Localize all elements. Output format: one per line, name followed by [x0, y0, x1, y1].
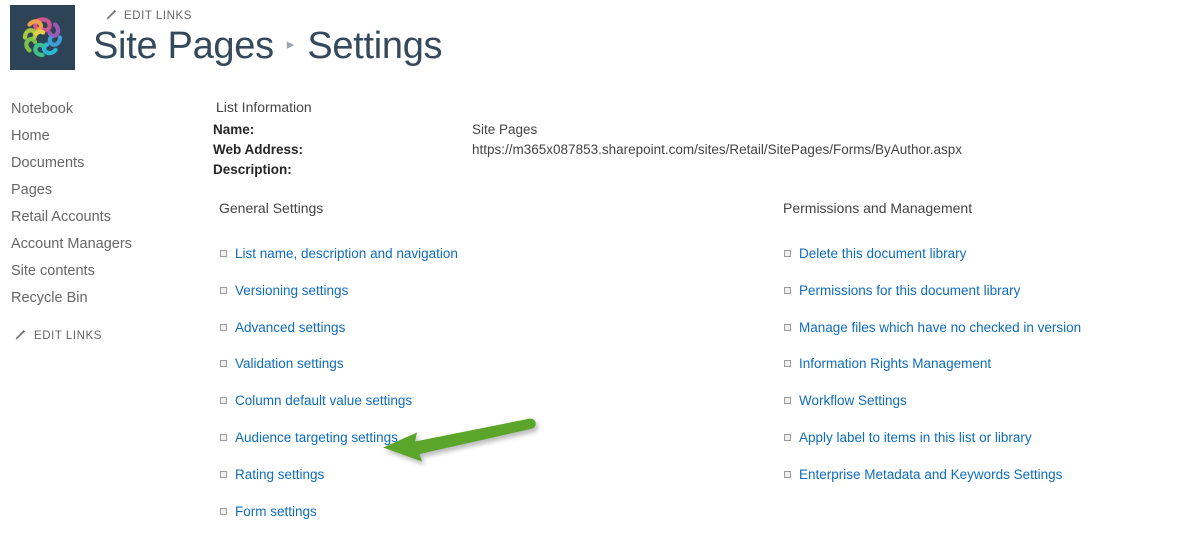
list-info-label-web-address: Web Address: [213, 142, 304, 157]
site-logo-knot-icon [10, 5, 75, 70]
edit-links-top-label: EDIT LINKS [124, 9, 192, 22]
list-item: Advanced settings [218, 320, 458, 357]
table-row: Web Address: https://m365x087853.sharepo… [213, 140, 962, 160]
general-settings-list: List name, description and navigation Ve… [218, 246, 458, 540]
link-apply-label-to-items[interactable]: Apply label to items in this list or lib… [799, 430, 1032, 445]
list-information-section: List Information Name: Site Pages Web Ad… [213, 96, 1193, 192]
list-item: Form settings [218, 504, 458, 541]
bullet-square-icon [220, 323, 227, 331]
bullet-square-icon [220, 470, 227, 478]
link-advanced-settings[interactable]: Advanced settings [235, 320, 345, 335]
bullet-square-icon [220, 360, 227, 368]
bullet-square-icon [784, 323, 791, 331]
list-item: Manage files which have no checked in ve… [782, 320, 1081, 357]
sidebar-item-pages[interactable]: Pages [0, 177, 200, 204]
link-enterprise-metadata-keywords-settings[interactable]: Enterprise Metadata and Keywords Setting… [799, 467, 1062, 482]
bullet-square-icon [220, 507, 227, 515]
list-info-label-name: Name: [213, 122, 255, 137]
bullet-square-icon [220, 433, 227, 441]
table-row: Name: Site Pages [213, 120, 962, 140]
breadcrumb-parent[interactable]: Site Pages [93, 25, 274, 68]
bullet-square-icon [784, 250, 791, 257]
list-item: Audience targeting settings [218, 430, 458, 467]
pencil-icon [104, 9, 117, 22]
list-information-table: Name: Site Pages Web Address: https://m3… [213, 120, 962, 180]
sidebar-item-notebook[interactable]: Notebook [0, 96, 200, 123]
permissions-management-column: Permissions and Management Delete this d… [782, 200, 1182, 482]
link-information-rights-management[interactable]: Information Rights Management [799, 356, 991, 371]
link-versioning-settings[interactable]: Versioning settings [235, 283, 348, 298]
permissions-management-list: Delete this document library Permissions… [782, 246, 1081, 504]
sidebar-navigation: Notebook Home Documents Pages Retail Acc… [0, 96, 200, 342]
edit-links-sidebar-label: EDIT LINKS [34, 329, 102, 342]
link-delete-this-document-library[interactable]: Delete this document library [799, 246, 966, 261]
sidebar-item-retail-accounts[interactable]: Retail Accounts [0, 204, 200, 231]
permissions-management-heading: Permissions and Management [783, 200, 973, 216]
general-settings-heading: General Settings [219, 200, 324, 216]
list-item: Workflow Settings [782, 393, 1081, 430]
bullet-square-icon [220, 286, 227, 294]
page-title: Settings [307, 25, 443, 67]
bullet-square-icon [784, 397, 791, 405]
list-item: Information Rights Management [782, 356, 1081, 393]
sidebar-item-home[interactable]: Home [0, 123, 200, 150]
list-item: Validation settings [218, 356, 458, 393]
link-list-name-description-navigation[interactable]: List name, description and navigation [235, 246, 458, 261]
breadcrumb: Site Pages ▸ Settings [93, 25, 443, 68]
list-item: Versioning settings [218, 283, 458, 320]
list-item: Permissions for this document library [782, 283, 1081, 320]
bullet-square-icon [784, 286, 791, 294]
edit-links-sidebar-button[interactable]: EDIT LINKS [13, 329, 102, 342]
link-audience-targeting-settings[interactable]: Audience targeting settings [235, 430, 398, 445]
list-info-label-description: Description: [213, 162, 292, 177]
link-form-settings[interactable]: Form settings [235, 504, 317, 519]
bullet-square-icon [784, 470, 791, 478]
pencil-icon [13, 329, 26, 342]
table-row: Description: [213, 160, 962, 180]
edit-links-top-button[interactable]: EDIT LINKS [104, 9, 192, 22]
list-item: Apply label to items in this list or lib… [782, 430, 1081, 467]
bullet-square-icon [784, 433, 791, 441]
page-header: EDIT LINKS Site Pages ▸ Settings [0, 0, 1203, 88]
bullet-square-icon [784, 360, 791, 368]
sidebar-item-site-contents[interactable]: Site contents [0, 258, 200, 285]
main-content: List Information Name: Site Pages Web Ad… [213, 96, 1193, 519]
breadcrumb-separator-icon: ▸ [286, 36, 295, 53]
sidebar-item-documents[interactable]: Documents [0, 150, 200, 177]
list-item: Column default value settings [218, 393, 458, 430]
bullet-square-icon [220, 250, 227, 257]
list-item: List name, description and navigation [218, 246, 458, 283]
list-item: Delete this document library [782, 246, 1081, 283]
sidebar-item-recycle-bin[interactable]: Recycle Bin [0, 285, 200, 312]
general-settings-column: General Settings List name, description … [218, 200, 638, 519]
list-information-heading: List Information [216, 99, 312, 115]
link-rating-settings[interactable]: Rating settings [235, 467, 324, 482]
sidebar-item-account-managers[interactable]: Account Managers [0, 231, 200, 258]
list-item: Enterprise Metadata and Keywords Setting… [782, 467, 1081, 504]
link-manage-files-no-checked-in-version[interactable]: Manage files which have no checked in ve… [799, 320, 1081, 335]
link-workflow-settings[interactable]: Workflow Settings [799, 393, 907, 408]
list-info-value-description [472, 160, 962, 180]
link-column-default-value-settings[interactable]: Column default value settings [235, 393, 412, 408]
list-info-value-name: Site Pages [472, 122, 538, 137]
site-logo[interactable] [10, 5, 75, 70]
list-info-value-web-address: https://m365x087853.sharepoint.com/sites… [472, 142, 963, 157]
link-permissions-for-this-document-library[interactable]: Permissions for this document library [799, 283, 1020, 298]
link-validation-settings[interactable]: Validation settings [235, 356, 344, 371]
list-item: Rating settings [218, 467, 458, 504]
bullet-square-icon [220, 397, 227, 405]
